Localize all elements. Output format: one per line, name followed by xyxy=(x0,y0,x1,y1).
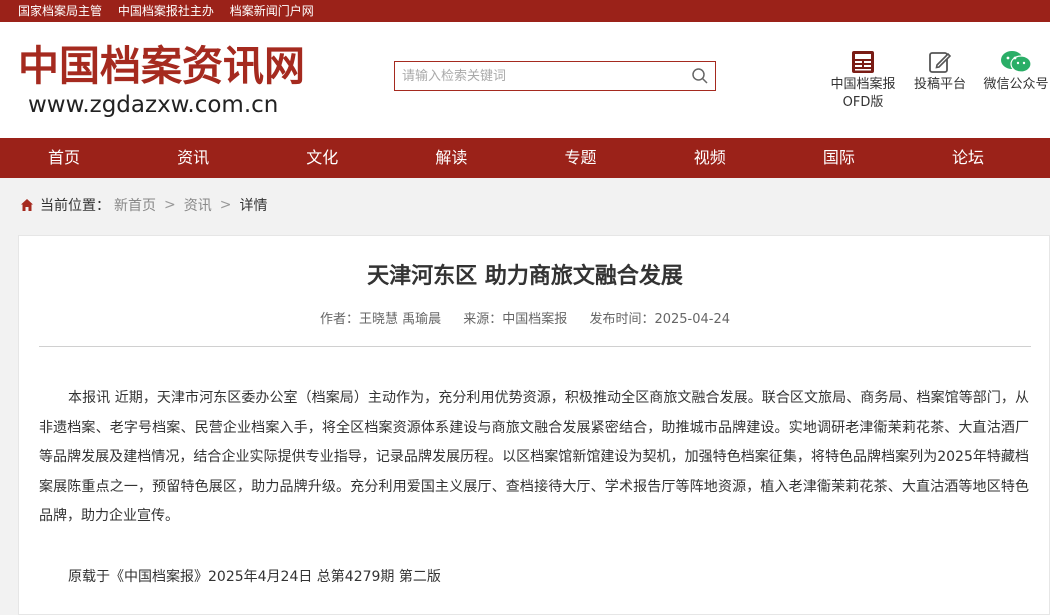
nav-video[interactable]: 视频 xyxy=(646,138,774,178)
nav-culture[interactable]: 文化 xyxy=(258,138,386,178)
wechat-link-label: 微信公众号 xyxy=(983,77,1049,92)
divider xyxy=(39,346,1031,347)
breadcrumb: 当前位置： 新首页 > 资讯 > 详情 xyxy=(0,178,1050,232)
newspaper-link-label: 中国档案报 xyxy=(830,77,896,92)
article-title: 天津河东区 助力商旅文融合发展 xyxy=(367,264,683,289)
nav-forum[interactable]: 论坛 xyxy=(904,138,1032,178)
breadcrumb-separator: > xyxy=(219,197,232,213)
newspaper-icon xyxy=(852,51,874,73)
nav-news[interactable]: 资讯 xyxy=(129,138,257,178)
topbar-sponsor: 中国档案报社主办 xyxy=(117,4,214,18)
article-body: 本报讯 近期，天津市河东区委办公室（档案局）主动作为，充分利用优势资源，积极推动… xyxy=(39,390,1029,524)
article-meta: 作者：王晓慧 禹瑜晨 来源：中国档案报 发布时间：2025-04-24 xyxy=(19,308,1031,327)
search-box xyxy=(394,61,716,91)
newspaper-ofd-link[interactable]: 中国档案报 OFD版 xyxy=(830,50,896,112)
edit-icon xyxy=(929,52,952,73)
breadcrumb-separator: > xyxy=(164,197,176,213)
submission-link-label: 投稿平台 xyxy=(913,77,966,92)
nav-home[interactable]: 首页 xyxy=(0,138,128,178)
nav-topics[interactable]: 专题 xyxy=(517,138,645,178)
site-logo-url[interactable]: www.zgdazxw.com.cn xyxy=(28,90,278,120)
breadcrumb-label: 当前位置： xyxy=(40,198,110,214)
topbar-supervisor: 国家档案局主管 xyxy=(18,4,103,18)
breadcrumb-news[interactable]: 资讯 xyxy=(184,195,212,215)
home-icon xyxy=(21,199,33,211)
topbar-portal: 档案新闻门户网 xyxy=(229,4,314,18)
breadcrumb-home[interactable]: 新首页 xyxy=(114,195,156,215)
article-reprint-note: 原载于《中国档案报》2025年4月24日 总第4279期 第二版 xyxy=(68,569,441,585)
search-input[interactable] xyxy=(395,62,679,90)
article-panel: 天津河东区 助力商旅文融合发展 作者：王晓慧 禹瑜晨 来源：中国档案报 发布时间… xyxy=(18,235,1050,615)
article-date: 发布时间：2025-04-24 xyxy=(589,312,730,327)
article-author: 作者：王晓慧 禹瑜晨 xyxy=(320,312,442,327)
nav-interpret[interactable]: 解读 xyxy=(387,138,515,178)
article-source: 来源：中国档案报 xyxy=(463,312,568,327)
top-bar: 国家档案局主管 中国档案报社主办 档案新闻门户网 xyxy=(0,0,1050,22)
nav-international[interactable]: 国际 xyxy=(775,138,903,178)
newspaper-link-sublabel: OFD版 xyxy=(842,95,884,110)
site-header: 中国档案资讯网 www.zgdazxw.com.cn 中国档案报 OFD版 xyxy=(0,22,1050,138)
site-logo-name[interactable]: 中国档案资讯网 xyxy=(18,41,305,91)
search-icon[interactable] xyxy=(691,67,709,85)
submission-platform-link[interactable]: 投稿平台 xyxy=(911,50,969,94)
breadcrumb-current: 详情 xyxy=(239,198,268,214)
main-nav: 首页 资讯 文化 解读 专题 视频 国际 论坛 xyxy=(0,138,1050,178)
wechat-icon xyxy=(1001,51,1032,73)
wechat-link[interactable]: 微信公众号 xyxy=(982,50,1050,94)
